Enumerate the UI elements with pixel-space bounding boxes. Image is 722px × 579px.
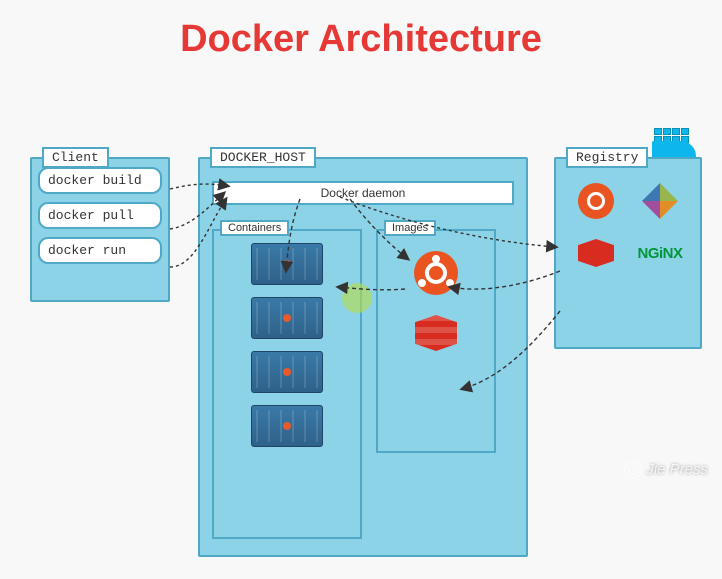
redis-registry-icon [566,229,626,277]
cmd-docker-build: docker build [38,167,162,194]
ubuntu-image-icon [414,251,458,295]
containers-box: Containers [212,229,362,539]
nginx-registry-icon: NGiNX [630,229,690,277]
client-label: Client [42,147,109,168]
cmd-docker-pull: docker pull [38,202,162,229]
containers-label: Containers [220,220,289,236]
client-box: Client docker build docker pull docker r… [30,157,170,302]
centos-registry-icon [630,177,690,225]
redis-image-icon [415,315,457,351]
architecture-diagram: Client docker build docker pull docker r… [0,71,722,491]
host-label: DOCKER_HOST [210,147,316,168]
page-title: Docker Architecture [0,0,722,71]
watermark-icon [624,461,642,479]
watermark: Jie Press [624,461,708,479]
docker-daemon-bar: Docker daemon [212,181,514,205]
container-icon [251,405,323,447]
cmd-docker-run: docker run [38,237,162,264]
docker-host-box: DOCKER_HOST Docker daemon Containers Ima… [198,157,528,557]
ubuntu-registry-icon [566,177,626,225]
highlight-dot [342,283,372,313]
container-icon [251,351,323,393]
container-icon [251,297,323,339]
registry-box: Registry NGiNX [554,157,702,349]
container-icon [251,243,323,285]
registry-label: Registry [566,147,648,168]
images-label: Images [384,220,436,236]
images-box: Images [376,229,496,453]
